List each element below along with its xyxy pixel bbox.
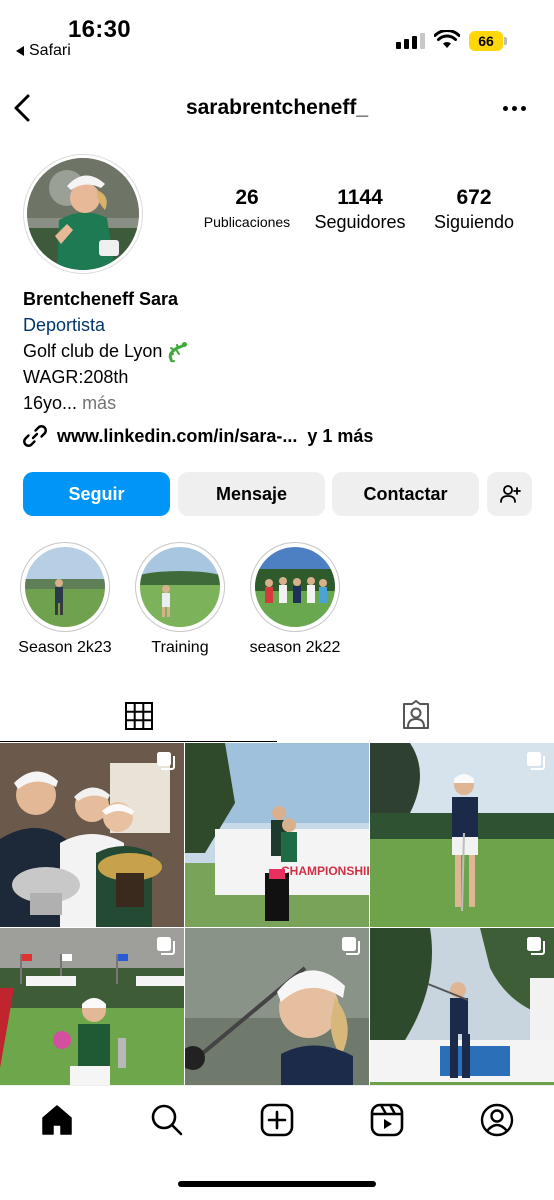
highlight-label: Training <box>151 639 209 656</box>
grid-icon <box>124 701 153 730</box>
carousel-icon <box>527 752 545 770</box>
status-time: 16:30 <box>68 16 131 43</box>
back-app-label: Safari <box>29 42 71 59</box>
post-tile[interactable] <box>0 743 184 927</box>
highlight-season-2k22[interactable]: season 2k22 <box>249 542 341 657</box>
tab-posts-grid[interactable] <box>0 690 277 742</box>
link-icon <box>23 425 47 447</box>
stat-following-label: Siguiendo <box>433 212 515 232</box>
stat-posts[interactable]: 26 Publicaciones <box>196 186 298 230</box>
bio-more-link[interactable]: más <box>82 393 116 413</box>
highlight-image <box>25 547 105 627</box>
highlight-label: season 2k22 <box>249 639 341 656</box>
stat-following-count: 672 <box>456 186 492 209</box>
home-indicator <box>178 1181 376 1187</box>
profile-tabs <box>0 690 554 742</box>
svg-text:CHAMPIONSHIP: CHAMPIONSHIP <box>281 864 369 878</box>
avatar-photo <box>27 158 139 270</box>
nav-profile[interactable] <box>477 1100 517 1140</box>
nav-home[interactable] <box>37 1100 77 1140</box>
profile-header: sarabrentcheneff_ <box>0 84 554 132</box>
highlight-label: Season 2k23 <box>18 639 112 656</box>
battery-icon: 66 <box>469 31 507 51</box>
profile-category[interactable]: Deportista <box>23 312 533 338</box>
follow-button[interactable]: Seguir <box>23 472 170 516</box>
highlight-training[interactable]: Training <box>134 542 226 657</box>
bio-line-club: Golf club de Lyon <box>23 338 533 364</box>
battery-level: 66 <box>469 31 503 51</box>
lizard-emoji-icon <box>169 342 188 363</box>
profile-bio: Brentcheneff Sara Deportista Golf club d… <box>23 286 533 416</box>
post-tile[interactable] <box>370 743 554 927</box>
tagged-icon <box>402 700 429 729</box>
create-icon <box>260 1103 294 1137</box>
profile-link-extra: y 1 más <box>307 425 374 446</box>
post-image: CHAMPIONSHIP <box>185 743 369 927</box>
carousel-icon <box>157 937 175 955</box>
cellular-signal-icon <box>396 33 425 49</box>
tab-tagged[interactable] <box>277 690 554 742</box>
search-icon <box>151 1104 183 1136</box>
stat-posts-count: 26 <box>235 186 259 209</box>
reels-icon <box>370 1103 404 1137</box>
profile-actions: Seguir Mensaje Contactar <box>23 472 533 518</box>
carousel-icon <box>342 937 360 955</box>
profile-link-url: www.linkedin.com/in/sara-... <box>57 425 298 446</box>
stat-following[interactable]: 672 Siguiendo <box>426 186 522 233</box>
nav-search[interactable] <box>147 1100 187 1140</box>
message-button[interactable]: Mensaje <box>178 472 325 516</box>
nav-create[interactable] <box>257 1100 297 1140</box>
bio-line-age: 16yo... más <box>23 393 117 413</box>
highlight-image <box>255 547 335 627</box>
status-bar: 16:30 Safari 66 <box>0 0 554 66</box>
carousel-icon <box>527 937 545 955</box>
highlight-image <box>140 547 220 627</box>
stat-followers-label: Seguidores <box>314 212 406 232</box>
post-tile[interactable]: CHAMPIONSHIP <box>185 743 369 927</box>
profile-username: sarabrentcheneff_ <box>185 96 369 119</box>
back-triangle-icon <box>16 46 24 56</box>
profile-avatar[interactable] <box>23 154 143 274</box>
back-to-safari-button[interactable]: Safari <box>16 42 71 60</box>
home-icon <box>42 1105 72 1135</box>
highlight-season-2k23[interactable]: Season 2k23 <box>18 542 112 657</box>
profile-link[interactable]: www.linkedin.com/in/sara-... y 1 más <box>22 422 373 450</box>
add-user-button[interactable] <box>487 472 532 516</box>
nav-reels[interactable] <box>367 1100 407 1140</box>
person-add-icon <box>499 485 521 503</box>
profile-name: Brentcheneff Sara <box>23 289 179 309</box>
stat-posts-label: Publicaciones <box>203 214 291 230</box>
wifi-icon <box>434 30 460 48</box>
more-horizontal-icon[interactable] <box>503 106 526 111</box>
stat-followers[interactable]: 1144 Seguidores <box>308 186 412 233</box>
profile-icon <box>480 1103 514 1137</box>
carousel-icon <box>157 752 175 770</box>
bio-line-ranking: WAGR:208th <box>23 367 129 387</box>
profile-stats: 26 Publicaciones 1144 Seguidores 672 Sig… <box>190 186 530 246</box>
stat-followers-count: 1144 <box>337 186 383 209</box>
contact-button[interactable]: Contactar <box>332 472 479 516</box>
